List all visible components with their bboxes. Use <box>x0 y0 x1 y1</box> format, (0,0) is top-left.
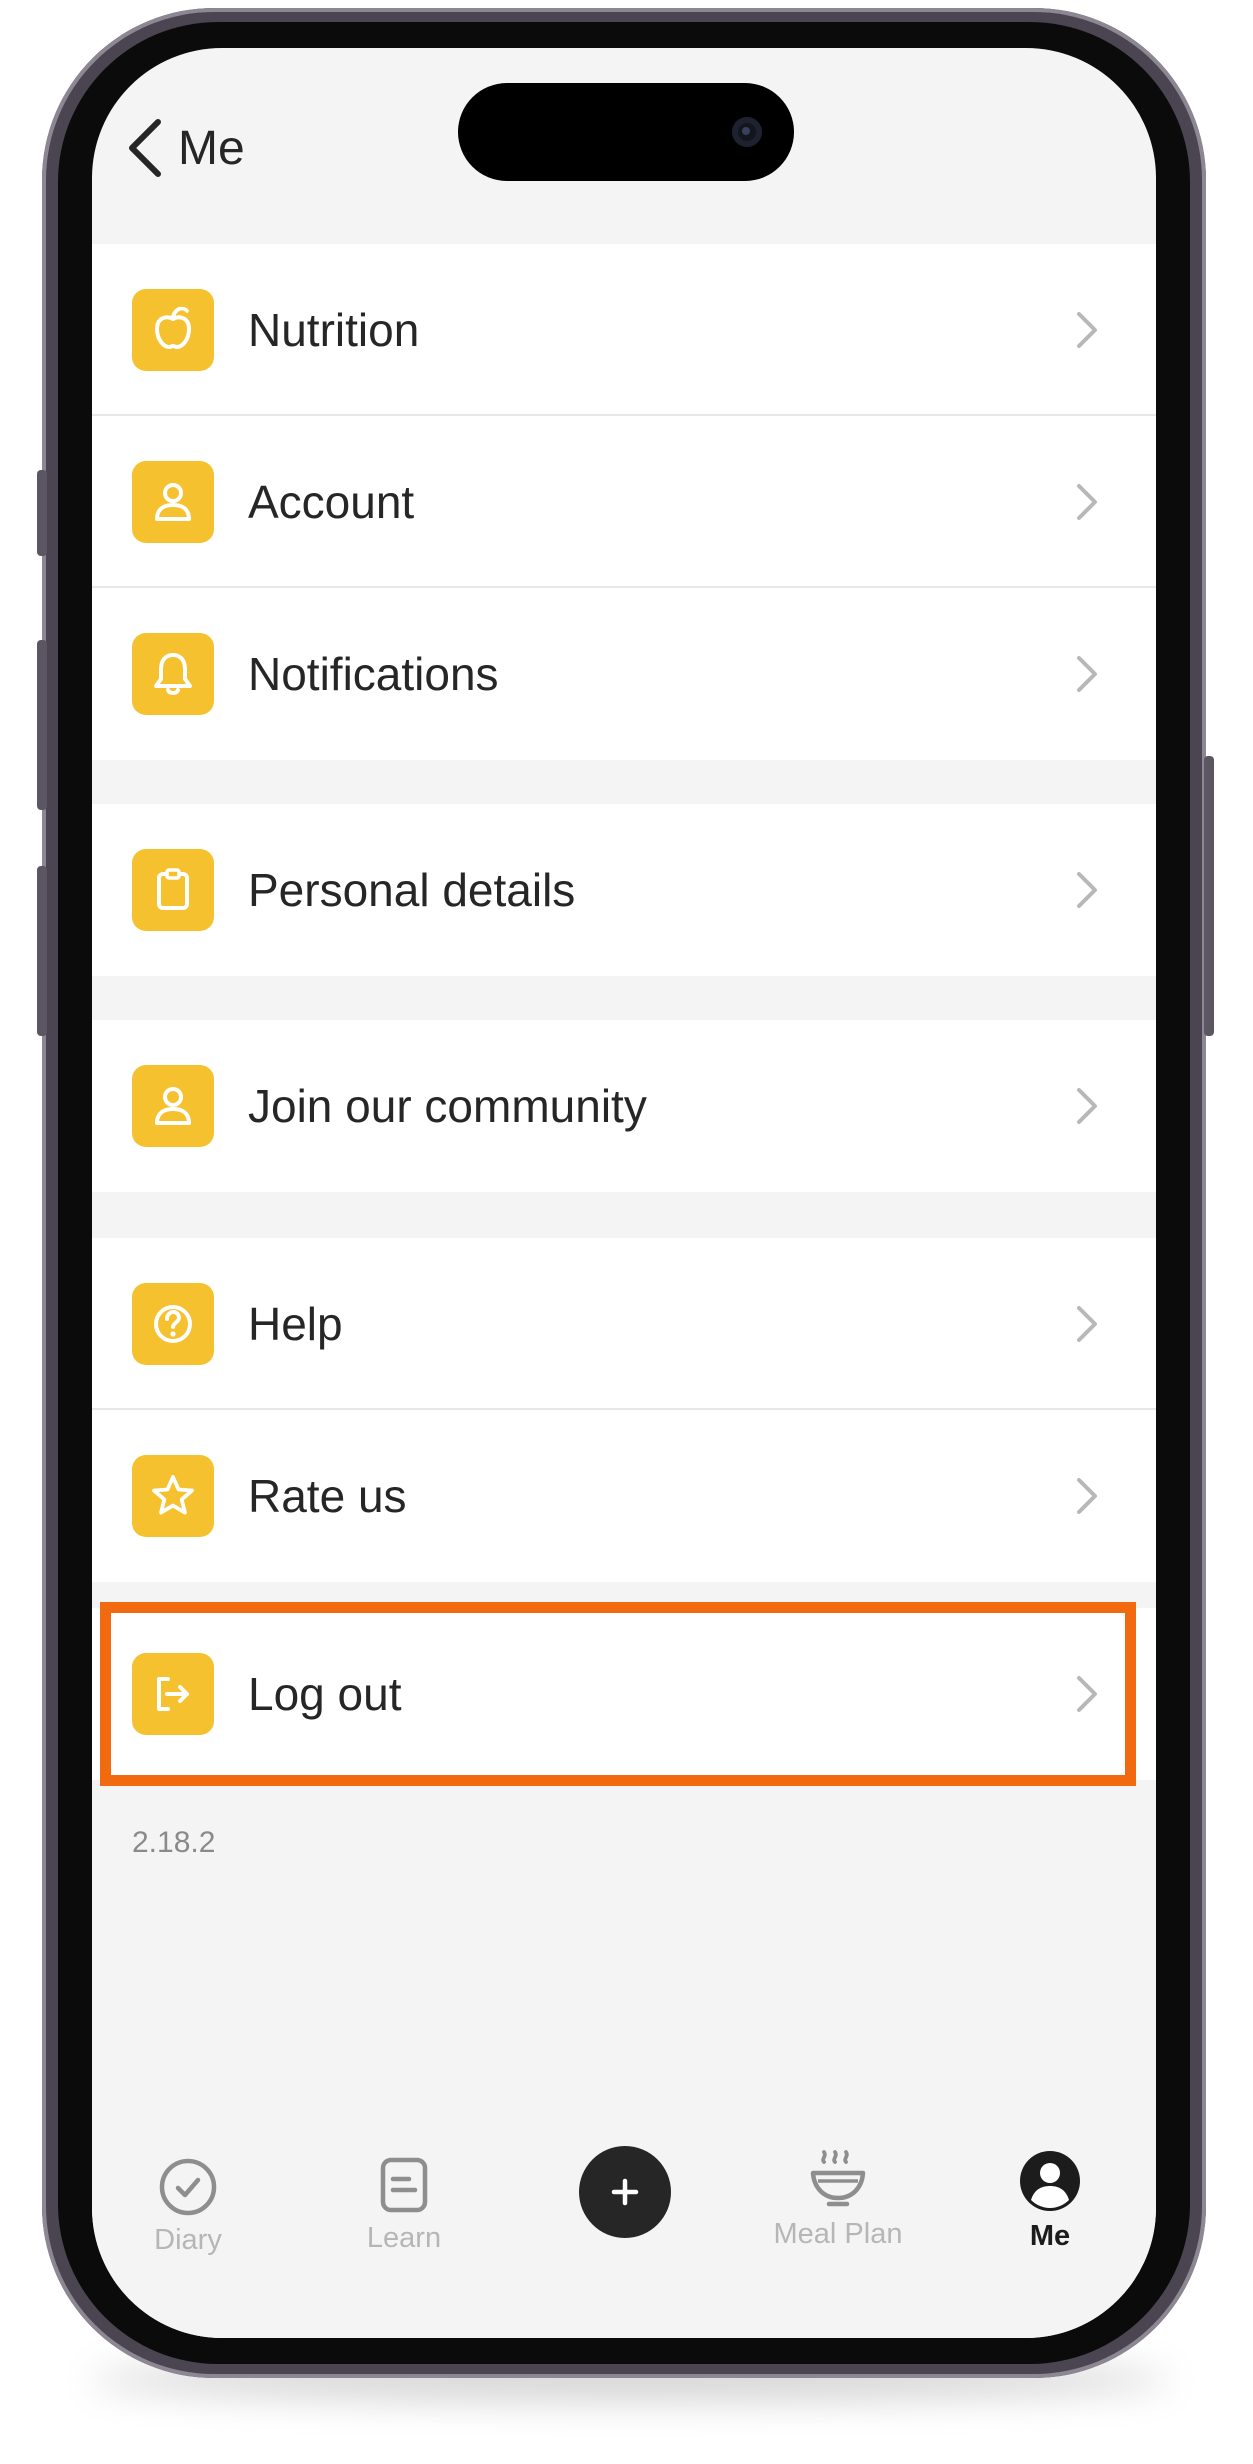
user-avatar-icon <box>1020 2151 1080 2211</box>
action-button <box>37 470 47 556</box>
menu-item-notifications[interactable]: Notifications <box>92 588 1156 760</box>
help-icon-box <box>132 1283 214 1365</box>
menu-item-label: Join our community <box>248 1080 647 1132</box>
chevron-right-icon <box>1077 656 1097 692</box>
apple-icon <box>155 306 191 349</box>
menu-item-rate-us[interactable]: Rate us <box>92 1410 1156 1582</box>
menu-item-label: Personal details <box>248 864 576 916</box>
bell-icon <box>154 653 192 695</box>
dynamic-island <box>458 83 794 181</box>
menu-item-join-community[interactable]: Join our community <box>92 1020 1156 1192</box>
menu-item-personal-details[interactable]: Personal details <box>92 804 1156 976</box>
phone-screen: Me Nutrition Account Notifications Perso… <box>92 48 1156 2338</box>
volume-down-button <box>37 866 47 1036</box>
log-out-highlight-box <box>100 1602 1136 1786</box>
tab-label: Me <box>1029 2220 1071 2252</box>
person-icon <box>155 1087 191 1125</box>
notifications-icon-box <box>132 633 214 715</box>
menu-item-label: Account <box>248 476 415 528</box>
tab-meal-plan[interactable]: Meal Plan <box>748 2146 928 2251</box>
tab-label: Learn <box>366 2222 442 2254</box>
add-button[interactable] <box>579 2146 671 2238</box>
menu-item-label: Help <box>248 1298 343 1350</box>
app-version: 2.18.2 <box>132 1826 216 1859</box>
steaming-bowl-icon <box>810 2150 866 2207</box>
community-icon-box <box>132 1065 214 1147</box>
account-icon-box <box>132 461 214 543</box>
help-circle-icon <box>154 1305 192 1343</box>
document-icon <box>380 2157 428 2213</box>
bottom-tab-bar: Diary Learn Meal Plan Me <box>92 2138 1156 2338</box>
chevron-right-icon <box>1077 1478 1097 1514</box>
power-button <box>1204 756 1214 1036</box>
settings-group-personal: Personal details <box>92 804 1156 976</box>
menu-item-account[interactable]: Account <box>92 416 1156 588</box>
chevron-right-icon <box>1077 484 1097 520</box>
settings-group-main: Nutrition Account Notifications <box>92 244 1156 760</box>
plus-icon <box>611 2178 639 2206</box>
tab-me[interactable]: Me <box>960 2148 1140 2253</box>
chevron-right-icon <box>1077 1306 1097 1342</box>
volume-up-button <box>37 640 47 810</box>
personal-details-icon-box <box>132 849 214 931</box>
tab-label: Diary <box>154 2224 222 2256</box>
chevron-right-icon <box>1077 312 1097 348</box>
check-circle-icon <box>159 2158 217 2216</box>
menu-item-nutrition[interactable]: Nutrition <box>92 244 1156 416</box>
nutrition-icon-box <box>132 289 214 371</box>
chevron-right-icon <box>1077 1088 1097 1124</box>
front-camera <box>732 117 762 147</box>
chevron-right-icon <box>1077 872 1097 908</box>
clipboard-icon <box>157 868 189 910</box>
settings-group-support: Help Rate us <box>92 1238 1156 1582</box>
menu-item-label: Nutrition <box>248 304 420 356</box>
tab-learn[interactable]: Learn <box>314 2154 494 2255</box>
rate-us-icon-box <box>132 1455 214 1537</box>
chevron-left-icon <box>129 119 161 177</box>
person-icon <box>155 483 191 521</box>
settings-group-community: Join our community <box>92 1020 1156 1192</box>
menu-item-label: Notifications <box>248 648 499 700</box>
star-icon <box>152 1475 194 1515</box>
tab-diary[interactable]: Diary <box>98 2156 278 2257</box>
tab-label: Meal Plan <box>773 2218 903 2250</box>
menu-item-help[interactable]: Help <box>92 1238 1156 1410</box>
back-label: Me <box>178 121 245 175</box>
back-button[interactable]: Me <box>124 110 245 186</box>
menu-item-label: Rate us <box>248 1470 407 1522</box>
